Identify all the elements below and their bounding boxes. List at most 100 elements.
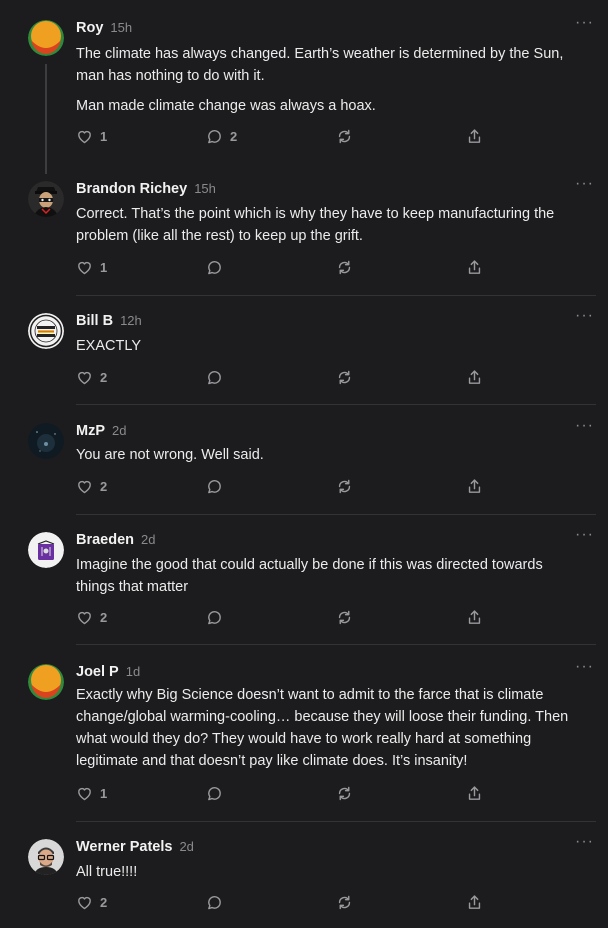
reply-button[interactable] (206, 476, 223, 496)
author-name[interactable]: Brandon Richey (76, 181, 187, 197)
restack-arrows-icon (336, 478, 353, 495)
action-bar: 1 (76, 257, 496, 277)
author-name[interactable]: Werner Patels (76, 839, 172, 855)
timestamp[interactable]: 2d (179, 839, 193, 854)
reply-button[interactable]: 2 (206, 126, 237, 146)
comment-body: You are not wrong. Well said. (76, 444, 596, 466)
comment-line: problem (like all the rest) to keep up t… (76, 228, 363, 244)
share-upload-icon (466, 785, 483, 802)
more-options-ellipsis-icon[interactable]: ··· (575, 14, 594, 32)
more-options-ellipsis-icon[interactable]: ··· (575, 658, 594, 676)
restack-button[interactable] (336, 126, 353, 146)
timestamp[interactable]: 2d (141, 532, 155, 547)
speech-bubble-icon (206, 785, 223, 802)
reply-button[interactable] (206, 892, 223, 912)
restack-button[interactable] (336, 476, 353, 496)
restack-arrows-icon (336, 128, 353, 145)
author-name[interactable]: Bill B (76, 313, 113, 329)
share-button[interactable] (466, 367, 483, 387)
like-count: 2 (100, 369, 108, 385)
comment-body: The climate has always changed. Earth’s … (76, 43, 596, 117)
masked-figure-avatar[interactable] (28, 181, 64, 217)
reply-button[interactable] (206, 367, 223, 387)
author-name[interactable]: MzP (76, 423, 105, 439)
action-bar: 2 (76, 367, 496, 387)
comment-divider (76, 644, 596, 645)
more-options-ellipsis-icon[interactable]: ··· (575, 307, 594, 325)
author-name[interactable]: Roy (76, 20, 103, 36)
like-button[interactable]: 1 (76, 783, 107, 803)
restack-arrows-icon (336, 894, 353, 911)
share-button[interactable] (466, 892, 483, 912)
comment-paragraph: Imagine the good that could actually be … (76, 554, 596, 598)
restack-button[interactable] (336, 783, 353, 803)
like-button[interactable]: 2 (76, 892, 107, 912)
share-button[interactable] (466, 607, 483, 627)
action-bar: 2 (76, 476, 496, 496)
comment-body: EXACTLY (76, 335, 596, 357)
vietnam-veteran-badge-avatar[interactable] (28, 313, 64, 349)
author-name[interactable]: Joel P (76, 664, 119, 680)
comment-paragraph: The climate has always changed. Earth’s … (76, 43, 596, 87)
more-options-ellipsis-icon[interactable]: ··· (575, 175, 594, 193)
comment-line: change/global warming-cooling… because t… (76, 709, 569, 725)
timestamp[interactable]: 12h (120, 313, 142, 328)
share-upload-icon (466, 128, 483, 145)
comment-feed: Roy 15h ··· The climate has always chang… (0, 0, 608, 928)
comment-divider (76, 404, 596, 405)
reply-button[interactable] (206, 607, 223, 627)
man-with-glasses-avatar[interactable] (28, 839, 64, 875)
share-button[interactable] (466, 257, 483, 277)
like-button[interactable]: 2 (76, 476, 107, 496)
heart-icon (76, 128, 93, 145)
restack-button[interactable] (336, 892, 353, 912)
restack-arrows-icon (336, 369, 353, 386)
restack-button[interactable] (336, 607, 353, 627)
timestamp[interactable]: 15h (194, 181, 216, 196)
timestamp[interactable]: 1d (126, 664, 140, 679)
heart-icon (76, 259, 93, 276)
timestamp[interactable]: 15h (110, 20, 132, 35)
comment-line: The climate has always changed. Earth’s … (76, 46, 564, 62)
restack-button[interactable] (336, 257, 353, 277)
speech-bubble-icon (206, 894, 223, 911)
comment-line: what would they do? They would have to w… (76, 731, 532, 747)
more-options-ellipsis-icon[interactable]: ··· (575, 417, 594, 435)
like-count: 1 (100, 259, 108, 275)
speech-bubble-icon (206, 259, 223, 276)
restack-button[interactable] (336, 367, 353, 387)
speech-bubble-icon (206, 369, 223, 386)
reply-button[interactable] (206, 257, 223, 277)
like-button[interactable]: 2 (76, 367, 107, 387)
share-upload-icon (466, 478, 483, 495)
share-button[interactable] (466, 126, 483, 146)
speech-bubble-icon (206, 478, 223, 495)
like-count: 1 (100, 785, 108, 801)
like-button[interactable]: 1 (76, 257, 107, 277)
share-upload-icon (466, 894, 483, 911)
share-button[interactable] (466, 783, 483, 803)
action-bar: 1 2 (76, 126, 496, 146)
comment-divider (76, 514, 596, 515)
orange-green-circle-avatar[interactable] (28, 664, 64, 700)
reply-button[interactable] (206, 783, 223, 803)
comment-line: Exactly why Big Science doesn’t want to … (76, 687, 544, 703)
comment-body: All true!!!! (76, 861, 596, 883)
purple-book-avatar[interactable] (28, 532, 64, 568)
night-sky-avatar[interactable] (28, 423, 64, 459)
timestamp[interactable]: 2d (112, 423, 126, 438)
share-button[interactable] (466, 476, 483, 496)
orange-green-circle-avatar[interactable] (28, 20, 64, 56)
comment-line: legitimate and that doesn’t pay like cli… (76, 753, 468, 769)
comment-paragraph: EXACTLY (76, 338, 142, 354)
heart-icon (76, 894, 93, 911)
more-options-ellipsis-icon[interactable]: ··· (575, 526, 594, 544)
like-button[interactable]: 2 (76, 607, 107, 627)
like-count: 2 (100, 894, 108, 910)
author-name[interactable]: Braeden (76, 532, 134, 548)
share-upload-icon (466, 259, 483, 276)
action-bar: 1 (76, 783, 496, 803)
more-options-ellipsis-icon[interactable]: ··· (575, 833, 594, 851)
reply-count: 2 (230, 128, 238, 144)
like-button[interactable]: 1 (76, 126, 107, 146)
